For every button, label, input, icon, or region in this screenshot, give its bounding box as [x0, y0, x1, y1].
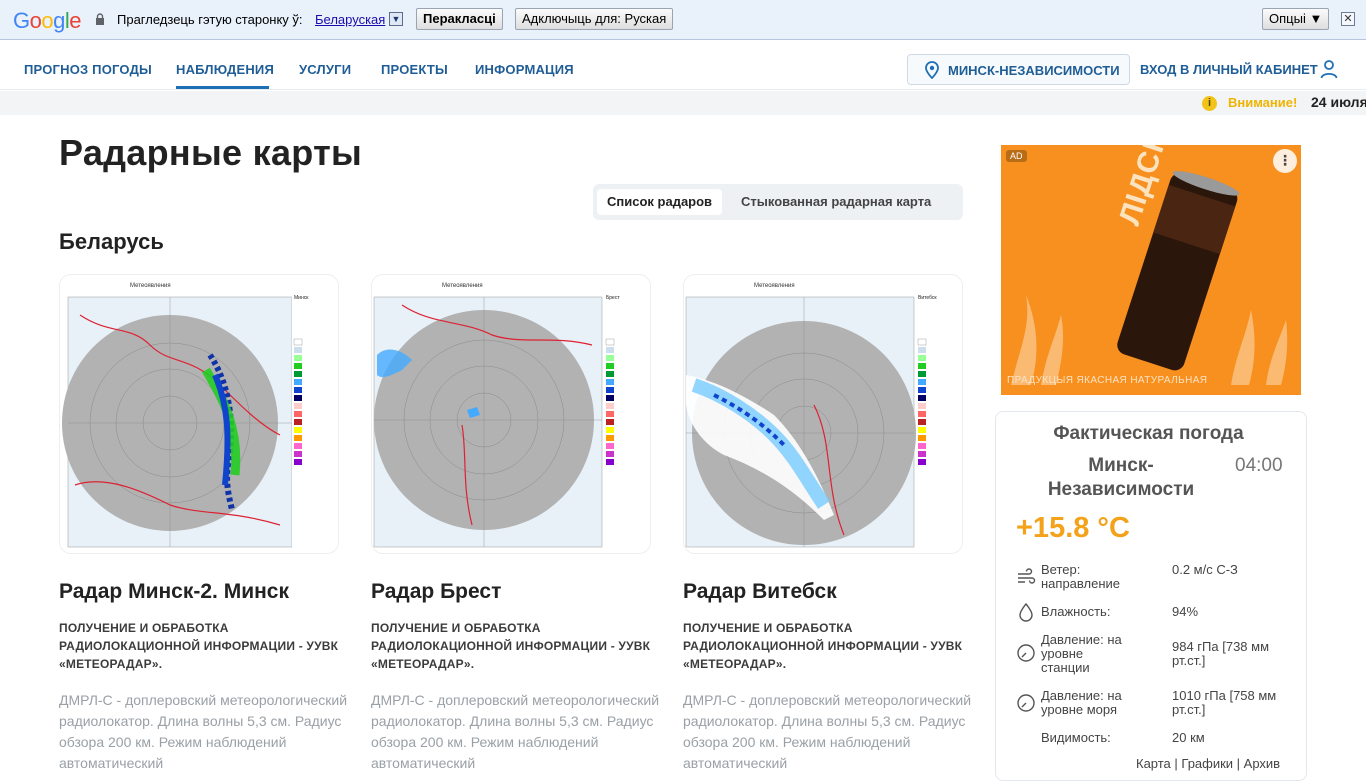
translate-button[interactable]: Перакласці: [416, 8, 503, 30]
radar-description: ДМРЛ-С - доплеровский метеорологический …: [371, 692, 660, 771]
translate-prompt: Прагледзець гэтую старонку ў:: [117, 12, 303, 27]
tab-radar-list[interactable]: Список радаров: [597, 189, 723, 215]
close-icon[interactable]: ✕: [1341, 12, 1355, 26]
radar-map-vitebsk: Метеоявления Витебск: [684, 275, 962, 553]
nav-item-observations[interactable]: НАБЛЮДЕНИЯ: [176, 62, 274, 77]
translate-bar: Google Прагледзець гэтую старонку ў: Бел…: [0, 0, 1366, 40]
wind-icon: [1018, 568, 1036, 584]
nav-item-forecast[interactable]: ПРОГНОЗ ПОГОДЫ: [24, 62, 152, 77]
svg-text:Брест: Брест: [606, 295, 620, 301]
radar-image-brest[interactable]: Метеоявления Брест: [371, 274, 651, 554]
radar-description: ДМРЛ-С - доплеровский метеорологический …: [59, 692, 348, 771]
humidity-icon: [1019, 602, 1033, 622]
ad-badge: AD: [1006, 150, 1027, 162]
station-name: Минск: [294, 295, 309, 301]
radar-subtitle: ПОЛУЧЕНИЕ И ОБРАБОТКА РАДИОЛОКАЦИОННОЙ И…: [683, 621, 963, 671]
weather-title: Фактическая погода: [1053, 423, 1244, 444]
visibility-label: Видимость:: [1041, 730, 1111, 745]
login-link[interactable]: ВХОД В ЛИЧНЫЙ КАБИНЕТ: [1140, 62, 1318, 77]
lock-icon: [96, 13, 104, 25]
pressure-icon: [1017, 644, 1035, 662]
google-logo: Google: [13, 8, 82, 33]
location-selector[interactable]: МИНСК-НЕЗАВИСИМОСТИ: [907, 54, 1130, 85]
page-title: Радарные карты: [59, 132, 363, 173]
pressure-sea-value: 1010 гПа [758 мм рт.ст.]: [1172, 688, 1277, 717]
radar-map-minsk: Метеоявления Минск: [60, 275, 338, 553]
radar-title-vitebsk[interactable]: Радар Витебск: [683, 580, 837, 604]
nav-item-info[interactable]: ИНФОРМАЦИЯ: [475, 62, 574, 77]
radar-image-vitebsk[interactable]: Метеоявления Витебск: [683, 274, 963, 554]
weather-time: 04:00: [1235, 455, 1283, 476]
more-options-icon[interactable]: ⋮: [1273, 149, 1297, 173]
weather-links[interactable]: Карта | Графики | Архив: [1136, 756, 1280, 771]
radar-description: ДМРЛ-С - доплеровский метеорологический …: [683, 692, 972, 771]
active-tab-indicator: [176, 86, 269, 89]
translate-options-button[interactable]: Опцыі ▼: [1262, 8, 1330, 30]
location-label: МИНСК-НЕЗАВИСИМОСТИ: [948, 63, 1120, 78]
weather-station[interactable]: Минск-Независимости: [1026, 454, 1216, 502]
weather-temperature: +15.8 °C: [1016, 512, 1130, 544]
nav-item-projects[interactable]: ПРОЕКТЫ: [381, 62, 448, 77]
wind-value: 0.2 м/с С-З: [1172, 562, 1238, 577]
view-toggle: Список радаров Стыкованная радарная карт…: [593, 184, 963, 220]
radar-title-brest[interactable]: Радар Брест: [371, 580, 501, 604]
radar-subtitle: ПОЛУЧЕНИЕ И ОБРАБОТКА РАДИОЛОКАЦИОННОЙ И…: [371, 621, 651, 671]
alert-label[interactable]: Внимание!: [1228, 95, 1297, 110]
radar-map-brest: Метеоявления Брест: [372, 275, 650, 553]
wind-label: Ветер: направление: [1041, 562, 1121, 591]
location-pin-icon: [925, 61, 939, 79]
humidity-label: Влажность:: [1041, 604, 1111, 619]
radar-subtitle: ПОЛУЧЕНИЕ И ОБРАБОТКА РАДИОЛОКАЦИОННОЙ И…: [59, 621, 339, 671]
humidity-value: 94%: [1172, 604, 1199, 619]
pressure-icon: [1017, 694, 1035, 712]
weather-widget: Фактическая погода Минск-Независимости 0…: [995, 411, 1307, 781]
pressure-station-label: Давление: на уровне станции: [1041, 632, 1122, 675]
translate-language-link[interactable]: Беларуская: [315, 12, 385, 27]
tab-composite-map[interactable]: Стыкованная радарная карта: [731, 189, 941, 215]
ad-footer: ПРАДУКЦЫЯ ЯКАСНАЯ НАТУРАЛЬНАЯ: [1007, 375, 1208, 386]
pressure-station-value: 984 гПа [738 мм рт.ст.]: [1172, 639, 1270, 668]
user-icon[interactable]: [1320, 59, 1338, 79]
svg-text:Витебск: Витебск: [918, 295, 937, 301]
radar-title-minsk[interactable]: Радар Минск-2. Минск: [59, 580, 289, 604]
svg-text:Метеоявления: Метеоявления: [442, 283, 483, 289]
disable-translate-button[interactable]: Адключыць для: Руская: [515, 8, 674, 30]
nav-item-services[interactable]: УСЛУГИ: [299, 62, 351, 77]
radar-image-minsk[interactable]: Метеоявления Минск: [59, 274, 339, 554]
alert-date: 24 июля: [1311, 94, 1366, 110]
map-header: Метеоявления: [130, 283, 171, 289]
alert-strip: i Внимание! 24 июля: [0, 91, 1366, 115]
language-dropdown-icon[interactable]: ▼: [389, 12, 403, 26]
svg-text:Метеоявления: Метеоявления: [754, 283, 795, 289]
warning-icon: i: [1202, 96, 1217, 111]
section-title: Беларусь: [59, 229, 164, 254]
pressure-sea-label: Давление: на уровне моря: [1041, 688, 1122, 717]
visibility-value: 20 км: [1172, 730, 1205, 745]
advertisement[interactable]: AD ⋮ ЛІДСКАЕ ПРАДУКЦЫЯ ЯКАСНАЯ НАТУРАЛЬН…: [1001, 145, 1301, 395]
